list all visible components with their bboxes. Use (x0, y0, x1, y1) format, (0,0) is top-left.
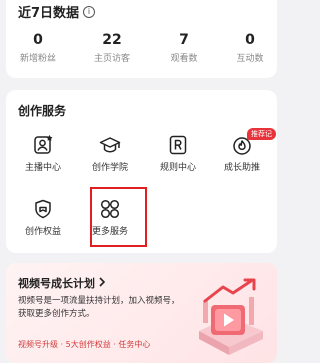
service-label: 创作学院 (91, 163, 128, 173)
person-star-icon (32, 134, 54, 156)
stat-label: 主页访客 (93, 54, 130, 64)
creation-services-card: 创作服务 主播中心 创作学院 规则中心 推荐记 成长助推 创作权益 更多服务 (6, 90, 277, 253)
graduation-cap-icon (99, 134, 121, 156)
stat-views[interactable]: 7 观看数 (156, 32, 212, 64)
growth-title-row[interactable]: 视频号成长计划 (18, 275, 106, 291)
stat-value: 0 (33, 32, 43, 48)
growth-description: 视频号是一项流量扶持计划，加入视频号，获取更多创作方式。 (18, 296, 180, 319)
service-growth-boost[interactable]: 推荐记 成长助推 (213, 128, 276, 173)
info-icon[interactable]: i (83, 5, 96, 18)
service-creator-rights[interactable]: 创作权益 (14, 198, 72, 237)
growth-tags: 视频号升级 · 5大创作权益 · 任务中心 (18, 340, 151, 349)
service-label: 成长助推 (223, 163, 260, 173)
stat-label: 观看数 (170, 54, 198, 64)
shield-badge-icon (32, 198, 54, 220)
stat-value: 22 (102, 32, 122, 48)
rule-book-icon (167, 134, 189, 156)
stats-title-row: 近7日数据 i (18, 2, 96, 21)
recommend-badge: 推荐记 (247, 128, 276, 140)
stats-card: 近7日数据 i 0 新增粉丝 22 主页访客 7 观看数 0 互动数 (6, 0, 277, 78)
service-label: 主播中心 (24, 163, 61, 173)
growth-title: 视频号成长计划 (18, 277, 95, 290)
service-creator-academy[interactable]: 创作学院 (81, 134, 139, 173)
stat-label: 互动数 (236, 54, 264, 64)
service-label: 规则中心 (159, 163, 196, 173)
chevron-right-icon (98, 276, 106, 290)
stat-profile-visitors[interactable]: 22 主页访客 (84, 32, 140, 64)
stat-label: 新增粉丝 (19, 54, 56, 64)
stat-new-followers[interactable]: 0 新增粉丝 (10, 32, 66, 64)
stat-value: 0 (245, 32, 255, 48)
growth-plan-card[interactable]: 视频号成长计划 视频号是一项流量扶持计划，加入视频号，获取更多创作方式。 视频号… (6, 263, 277, 363)
service-anchor-center[interactable]: 主播中心 (14, 134, 72, 173)
services-title: 创作服务 (18, 104, 67, 118)
stat-value: 7 (179, 32, 189, 48)
more-services-highlight (90, 187, 147, 247)
stats-title: 近7日数据 (18, 6, 80, 21)
stat-interactions[interactable]: 0 互动数 (222, 32, 278, 64)
service-label: 创作权益 (24, 227, 61, 237)
service-rule-center[interactable]: 规则中心 (149, 134, 207, 173)
growth-chart-illustration-icon (187, 277, 269, 361)
